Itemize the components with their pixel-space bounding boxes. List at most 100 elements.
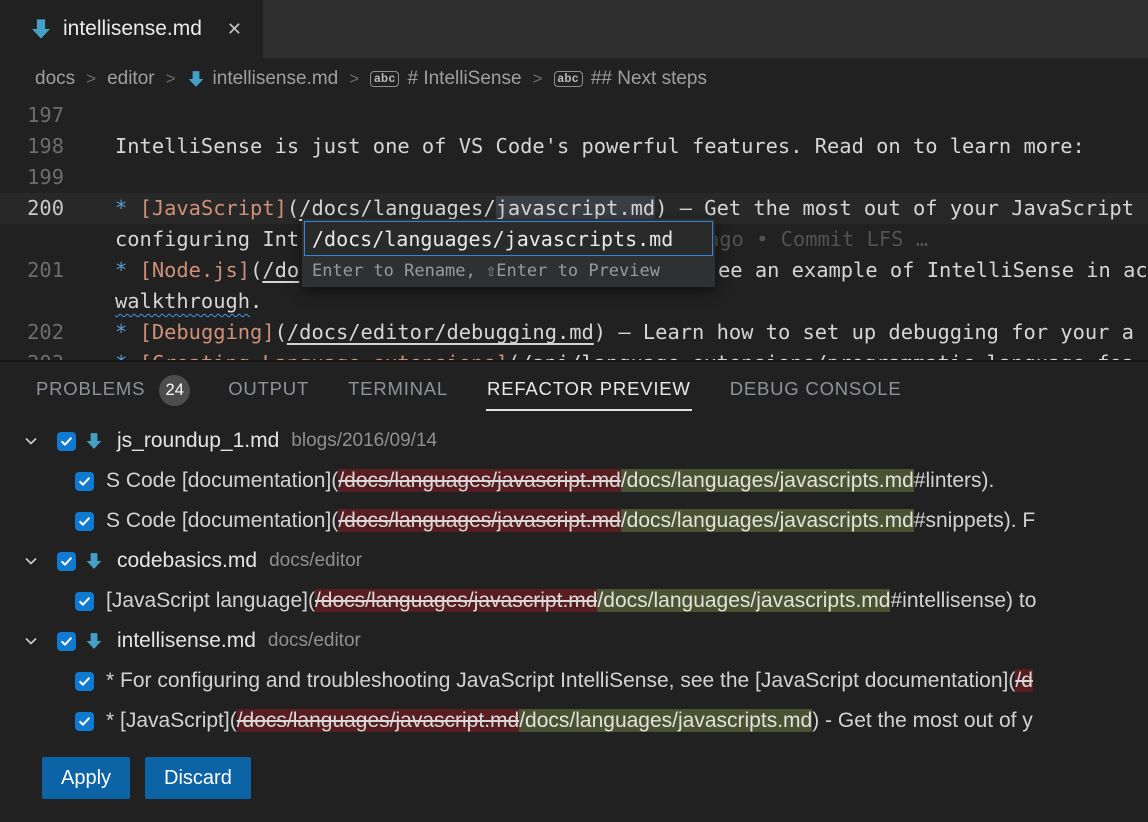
checkbox-checked[interactable] [57,632,76,651]
panel-tab-output[interactable]: OUTPUT [227,370,310,411]
change-text: * For configuring and troubleshooting Ja… [106,669,1033,693]
checkbox-checked[interactable] [75,512,94,531]
file-name: codebasics.md [117,549,257,573]
problems-count-badge: 24 [159,375,190,406]
breadcrumb-item[interactable]: abc # IntelliSense [370,68,521,90]
rename-hint: Enter to Rename, ⇧Enter to Preview [304,256,713,287]
panel-tab-label: PROBLEMS [35,370,146,411]
line-content: * [Creating Language extensions](/api/la… [115,348,1134,360]
breadcrumb-separator: > [166,69,176,89]
change-text: S Code [documentation](/docs/languages/j… [106,469,994,493]
panel-tab-label: DEBUG CONSOLE [729,370,903,411]
panel-tab-terminal[interactable]: TERMINAL [347,370,449,411]
checkbox-checked[interactable] [75,472,94,491]
breadcrumb-label: ## Next steps [591,68,707,90]
file-path: docs/editor [268,630,361,652]
checkbox-checked[interactable] [57,432,76,451]
panel-tab-refactor-preview[interactable]: REFACTOR PREVIEW [486,370,692,411]
editor-line[interactable]: 203 * [Creating Language extensions](/api… [0,348,1148,360]
breadcrumb-label: docs [35,68,75,90]
breadcrumb-item[interactable]: abc ## Next steps [554,68,708,90]
file-path: blogs/2016/09/14 [291,430,437,452]
breadcrumb-separator: > [349,69,359,89]
breadcrumb-label: editor [107,68,155,90]
checkbox-checked[interactable] [75,712,94,731]
line-content: * [Node.js](/do [115,255,299,286]
apply-button[interactable]: Apply [42,757,130,799]
line-content: configuring Int [115,224,299,255]
tree-row[interactable]: S Code [documentation](/docs/languages/j… [0,501,1148,541]
string-symbol-icon: abc [554,71,583,88]
tab-intellisense[interactable]: intellisense.md ✕ [0,0,263,58]
line-number: 201 [0,255,64,286]
line-number: 197 [0,100,64,131]
editor[interactable]: 197198 IntelliSense is just one of VS Cod… [0,100,1148,360]
line-number [0,224,64,255]
breadcrumb: docs > editor > intellisense.md > abc # Intelli… [0,58,1148,100]
breadcrumb-item[interactable]: intellisense.md [187,68,339,90]
bottom-panel: PROBLEMS 24 OUTPUT TERMINAL REFACTOR PREVIEW… [0,360,1148,820]
markdown-file-icon [30,18,52,40]
breadcrumb-item[interactable]: docs [35,68,75,90]
tab-bar: intellisense.md ✕ [0,0,1148,58]
editor-line[interactable]: 198 IntelliSense is just one of VS Code's… [0,131,1148,162]
refactor-preview-tree: js_roundup_1.md blogs/2016/09/14 S Code [d… [0,419,1148,741]
breadcrumb-item[interactable]: editor [107,68,155,90]
tab-title: intellisense.md [63,17,202,41]
chevron-down-icon[interactable] [23,433,39,449]
file-name: intellisense.md [117,629,256,653]
checkbox-checked[interactable] [75,592,94,611]
editor-line[interactable]: walkthrough. [0,286,1148,317]
checkbox-checked[interactable] [75,672,94,691]
line-number: 202 [0,317,64,348]
line-content: walkthrough. [115,286,262,317]
tree-row[interactable]: [JavaScript language](/docs/languages/ja… [0,581,1148,621]
breadcrumb-label: intellisense.md [213,68,339,90]
chevron-down-icon[interactable] [23,633,39,649]
tree-row[interactable]: * For configuring and troubleshooting Ja… [0,661,1148,701]
markdown-file-icon [85,632,103,650]
panel-tab-problems[interactable]: PROBLEMS 24 [35,370,190,411]
line-number: 203 [0,348,64,360]
panel-tab-bar: PROBLEMS 24 OUTPUT TERMINAL REFACTOR PREVIEW… [0,362,1148,419]
panel-tab-debug-console[interactable]: DEBUG CONSOLE [729,370,903,411]
editor-line[interactable]: 199 [0,162,1148,193]
line-content-fragment: ee an example of IntelliSense in ac [718,255,1148,286]
editor-line[interactable]: 202 * [Debugging](/docs/editor/debugging.… [0,317,1148,348]
file-path: docs/editor [269,550,362,572]
tree-row[interactable]: * [JavaScript](/docs/languages/javascrip… [0,701,1148,741]
file-name: js_roundup_1.md [117,429,279,453]
breadcrumb-separator: > [533,69,543,89]
tree-row[interactable]: codebasics.md docs/editor [0,541,1148,581]
breadcrumb-label: # IntelliSense [407,68,521,90]
string-symbol-icon: abc [370,71,399,88]
rename-input[interactable] [304,221,713,256]
editor-line[interactable]: 197 [0,100,1148,131]
panel-tab-label: OUTPUT [227,370,310,411]
close-icon[interactable]: ✕ [227,19,242,40]
markdown-file-icon [187,70,205,88]
markdown-file-icon [85,552,103,570]
rename-popup: Enter to Rename, ⇧Enter to Preview [302,219,715,287]
refactor-actions: Apply Discard [42,757,1148,799]
tree-row[interactable]: intellisense.md docs/editor [0,621,1148,661]
line-number: 199 [0,162,64,193]
discard-button[interactable]: Discard [145,757,251,799]
change-text: S Code [documentation](/docs/languages/j… [106,509,1035,533]
tree-row[interactable]: js_roundup_1.md blogs/2016/09/14 [0,421,1148,461]
line-content: * [Debugging](/docs/editor/debugging.md)… [115,317,1134,348]
line-number: 200 [0,193,64,224]
tab-strip-empty [263,0,1148,58]
line-content: IntelliSense is just one of VS Code's po… [115,131,1085,162]
line-number [0,286,64,317]
git-blame-annotation: ago • Commit LFS … [707,224,928,255]
chevron-down-icon[interactable] [23,553,39,569]
tree-row[interactable]: S Code [documentation](/docs/languages/j… [0,461,1148,501]
breadcrumb-separator: > [86,69,96,89]
line-number: 198 [0,131,64,162]
markdown-file-icon [85,432,103,450]
change-text: [JavaScript language](/docs/languages/ja… [106,589,1036,613]
checkbox-checked[interactable] [57,552,76,571]
panel-tab-label: TERMINAL [347,370,449,411]
change-text: * [JavaScript](/docs/languages/javascrip… [106,709,1033,733]
